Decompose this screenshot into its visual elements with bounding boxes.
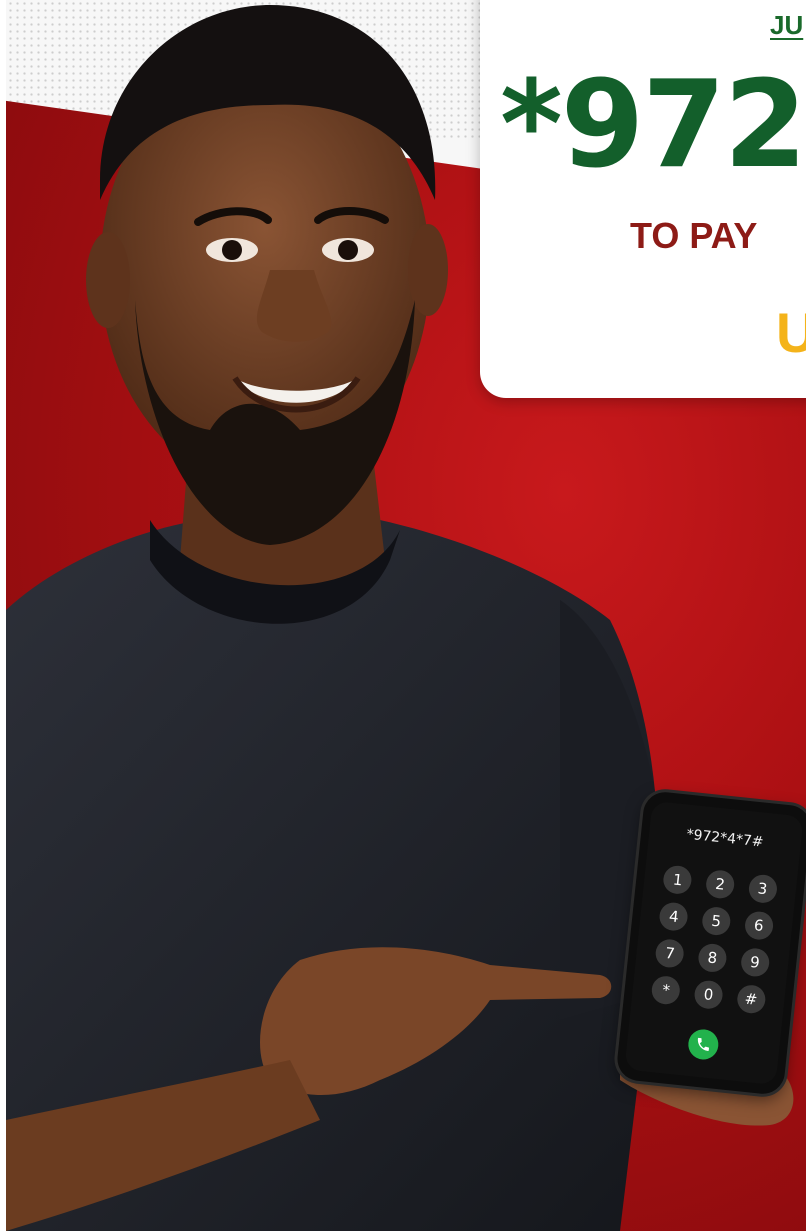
key-9[interactable]: 9 [739,946,771,978]
key-1[interactable]: 1 [662,864,694,896]
key-3[interactable]: 3 [747,873,778,905]
key-5[interactable]: 5 [700,905,732,937]
dial-keypad: 1 2 3 4 5 6 7 8 9 * 0 # [643,864,785,1016]
key-0[interactable]: 0 [693,979,724,1011]
key-6[interactable]: 6 [743,910,775,941]
key-8[interactable]: 8 [697,942,728,974]
key-star[interactable]: * [650,974,682,1006]
key-4[interactable]: 4 [658,901,690,933]
key-7[interactable]: 7 [654,938,686,969]
phone-call-icon [697,1037,709,1051]
key-hash[interactable]: # [735,983,767,1015]
phone-dialer-screen: *972*4*7# 1 2 3 4 5 6 7 8 9 * 0 # [624,800,804,1086]
key-2[interactable]: 2 [704,868,736,900]
phone-device: *972*4*7# 1 2 3 4 5 6 7 8 9 * 0 # [615,790,806,1096]
dialed-number-display: *972*4*7# [685,826,765,851]
call-button[interactable] [686,1027,720,1061]
promo-banner: JU *972 TO PAY U *972*4*7# 1 2 3 4 5 6 7… [0,0,806,1231]
